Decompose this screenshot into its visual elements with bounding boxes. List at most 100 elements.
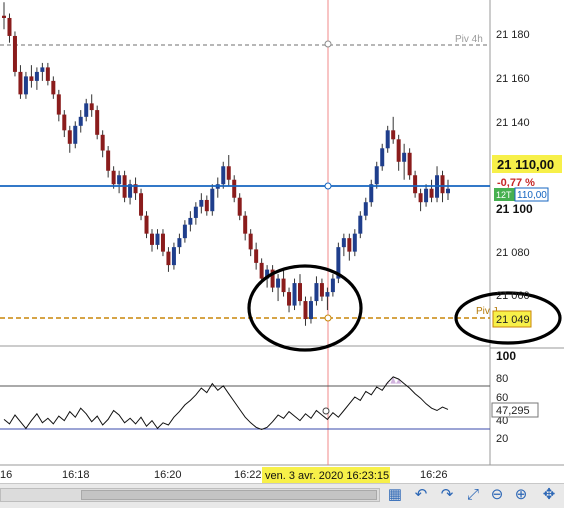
candle-body xyxy=(424,188,429,203)
scrollbar-thumb[interactable] xyxy=(81,490,377,500)
candle-body xyxy=(34,71,39,81)
candle-body xyxy=(106,150,111,171)
candle-body xyxy=(418,193,423,203)
candle-body xyxy=(308,301,313,320)
candle-body xyxy=(325,292,330,297)
timeframe-label: 12T xyxy=(496,190,512,200)
candle-body xyxy=(23,76,28,95)
candle-body xyxy=(100,134,105,151)
undo-icon[interactable]: ↶ xyxy=(412,486,430,504)
osc-tick: 60 xyxy=(496,392,508,404)
crosshair-pivot4h-marker xyxy=(324,40,332,48)
candle-body xyxy=(369,184,374,203)
chart-window: Piv 4h Piv J 21 180 21 160 21 140 21 100… xyxy=(0,0,564,508)
candle-body xyxy=(440,175,445,194)
candle-body xyxy=(2,15,6,18)
oscillator-line xyxy=(3,376,449,431)
change-percent: -0,77 % xyxy=(497,177,535,189)
candle-body xyxy=(363,202,368,216)
candle-body xyxy=(341,238,346,248)
candle-body xyxy=(248,233,253,250)
candle-body xyxy=(139,193,144,216)
candle-body xyxy=(29,76,34,81)
candle-body xyxy=(287,292,292,306)
redo-icon[interactable]: ↷ xyxy=(438,486,456,504)
candle-body xyxy=(56,94,61,115)
candle-body xyxy=(402,152,407,162)
candle-body xyxy=(12,35,17,72)
grid-icon[interactable]: ▦ xyxy=(386,486,404,504)
osc-tick: 100 xyxy=(496,349,516,363)
pivot-day-value: 21 049 xyxy=(496,314,530,326)
candle-body xyxy=(144,215,149,234)
candle-body xyxy=(221,166,226,185)
candle-body xyxy=(40,67,45,72)
candle-body xyxy=(396,139,401,162)
crosshair-price-marker xyxy=(324,182,332,190)
chart-canvas[interactable]: Piv 4h Piv J 21 180 21 160 21 140 21 100… xyxy=(0,0,564,483)
zoom-out-icon[interactable]: ⊖ xyxy=(488,486,506,504)
candle-body xyxy=(259,262,264,279)
candle-body xyxy=(314,283,319,302)
candle-body xyxy=(73,125,78,144)
candle-body xyxy=(413,175,418,194)
candle-body xyxy=(177,238,182,248)
oscillator-value: 47,295 xyxy=(496,405,530,417)
cursor-time: ven. 3 avr. 2020 16:23:15 xyxy=(265,470,389,482)
candle-body xyxy=(166,251,171,266)
candle-body xyxy=(232,179,237,198)
time-scrollbar[interactable] xyxy=(0,488,380,502)
candle-body xyxy=(281,278,286,293)
candle-body xyxy=(347,238,352,252)
crosshair-osc-marker xyxy=(322,407,330,415)
candlestick-series xyxy=(2,2,450,326)
time-tick: 16:20 xyxy=(154,469,182,481)
candle-body xyxy=(45,67,50,81)
crosshair-pivot-marker xyxy=(324,314,332,322)
osc-tick: 80 xyxy=(496,373,508,385)
candle-body xyxy=(7,17,12,36)
candle-body xyxy=(199,199,204,207)
candle-body xyxy=(18,71,23,95)
candle-body xyxy=(150,233,154,245)
candle-body xyxy=(95,110,100,135)
candle-body xyxy=(84,103,89,117)
candle-body xyxy=(78,116,83,126)
drag-icon[interactable]: ✥ xyxy=(540,486,558,504)
candle-body xyxy=(237,197,242,216)
candle-body xyxy=(298,283,302,302)
zoom-in-icon[interactable]: ⊕ xyxy=(512,486,530,504)
timeframe-price: 110,00 xyxy=(517,190,547,201)
candle-body xyxy=(89,103,94,111)
pivot-4h-label: Piv 4h xyxy=(455,34,483,45)
zoom-fit-icon[interactable]: ⤢ xyxy=(464,486,482,504)
candle-body xyxy=(204,199,209,212)
candle-body xyxy=(276,278,281,288)
candle-body xyxy=(385,130,390,149)
candle-body xyxy=(117,175,122,185)
candle-body xyxy=(446,188,450,194)
candle-body xyxy=(407,152,412,176)
time-tick: 16:26 xyxy=(420,469,448,481)
candle-body xyxy=(292,283,297,306)
last-price-value: 21 110,00 xyxy=(497,157,554,172)
price-tick: 21 160 xyxy=(496,73,530,85)
candle-body xyxy=(193,206,198,218)
candle-body xyxy=(303,301,308,320)
candle-body xyxy=(243,215,248,234)
candle-body xyxy=(182,224,187,239)
candle-body xyxy=(210,188,215,212)
candle-body xyxy=(67,130,72,144)
candle-body xyxy=(429,188,434,198)
candle-body xyxy=(254,249,259,263)
candle-body xyxy=(352,233,357,252)
price-tick: 21 140 xyxy=(496,117,530,129)
candle-body xyxy=(171,247,176,266)
candle-body xyxy=(160,233,165,252)
candle-body xyxy=(188,217,193,225)
osc-tick: 20 xyxy=(496,433,508,445)
price-tick: 21 060 xyxy=(496,290,530,302)
chart-toolbar: ▦ ↶ ↷ ⤢ ⊖ ⊕ ✥ xyxy=(0,483,564,508)
candle-body xyxy=(62,114,67,131)
time-tick: 16:18 xyxy=(62,469,90,481)
